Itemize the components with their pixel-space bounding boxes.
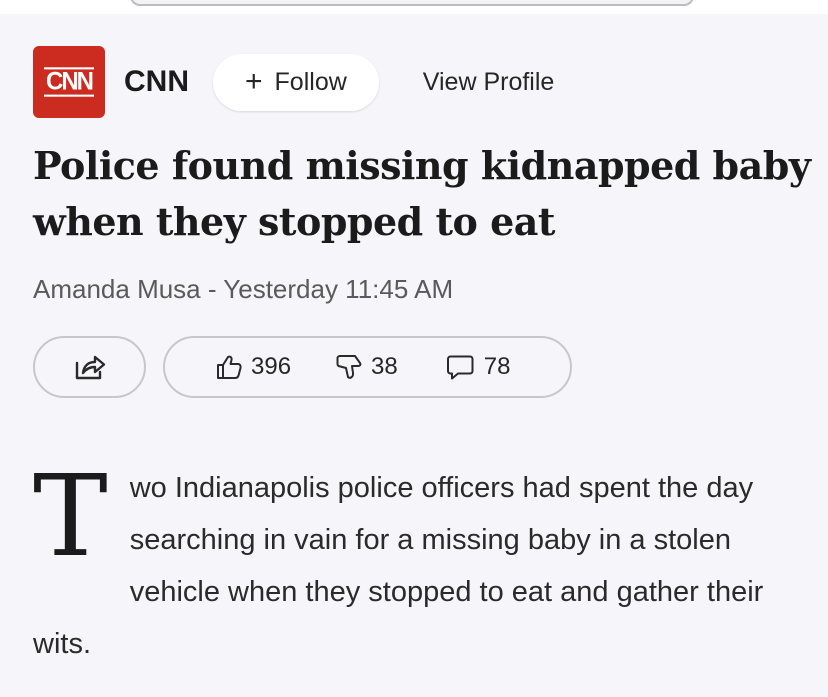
follow-button[interactable]: + Follow xyxy=(213,53,379,111)
article-body-text: wo Indianapolis police officers had spen… xyxy=(33,472,764,660)
like-count: 396 xyxy=(251,353,292,380)
thumbs-up-icon xyxy=(217,355,242,379)
follow-label: Follow xyxy=(274,67,347,96)
article-body: Two Indianapolis police officers had spe… xyxy=(33,452,803,670)
share-icon xyxy=(75,355,105,380)
dislike-count: 38 xyxy=(371,353,398,380)
article-headline: Police found missing kidnapped baby when… xyxy=(33,143,811,244)
comments-button[interactable]: 78 xyxy=(444,353,511,381)
view-profile-link[interactable]: View Profile xyxy=(423,68,555,97)
thumbs-down-icon xyxy=(336,355,362,379)
like-button[interactable]: 396 xyxy=(215,353,291,381)
dislike-button[interactable]: 38 xyxy=(335,353,398,381)
top-strip xyxy=(0,0,828,14)
comment-icon xyxy=(446,355,474,380)
source-name[interactable]: CNN xyxy=(124,65,189,99)
plus-icon: + xyxy=(245,65,263,98)
share-button[interactable] xyxy=(33,336,146,398)
comment-count: 78 xyxy=(483,353,511,380)
source-header: CNN CNN + Follow View Profile xyxy=(33,45,554,119)
cnn-logo[interactable]: CNN xyxy=(33,46,105,118)
drop-cap: T xyxy=(33,452,108,582)
article-byline: Amanda Musa - Yesterday 11:45 AM xyxy=(33,274,454,304)
address-bar-edge xyxy=(130,0,694,6)
reaction-bar: 396 38 78 xyxy=(163,336,572,398)
logo-text: CNN xyxy=(44,67,94,97)
